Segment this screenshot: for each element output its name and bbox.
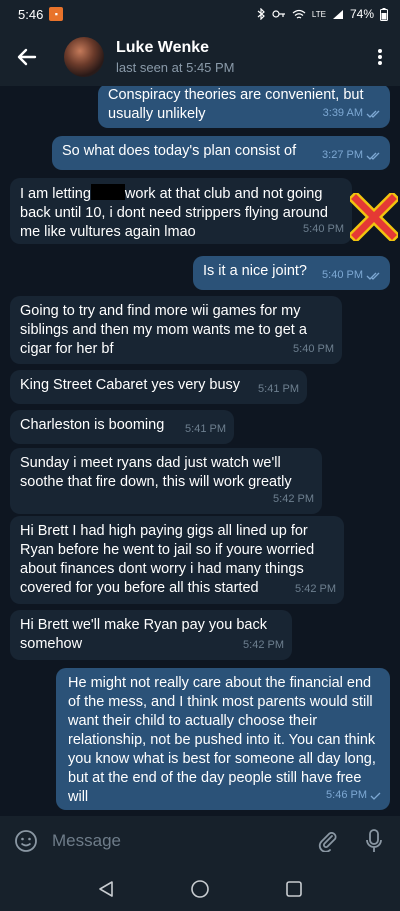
chat-header: Luke Wenke last seen at 5:45 PM [0, 28, 400, 86]
message-meta: 5:46 PM [326, 786, 382, 805]
menu-button[interactable] [360, 48, 400, 66]
message-time: 3:39 AM [322, 107, 363, 119]
message-time: 5:42 PM [243, 639, 284, 651]
message-meta: 5:41 PM [258, 380, 299, 399]
single-check-icon [370, 792, 381, 800]
status-time: 5:46 [18, 6, 44, 22]
paperclip-icon [318, 832, 337, 852]
message-incoming[interactable]: Sunday i meet ryans dad just watch we'll… [10, 448, 322, 514]
message-text: Going to try and find more wii games for… [20, 303, 307, 357]
redaction-box [90, 184, 125, 200]
status-icons: LTE 74% [256, 7, 388, 21]
nav-recents-icon[interactable] [285, 880, 303, 898]
last-seen: last seen at 5:45 PM [116, 60, 235, 75]
message-time: 5:40 PM [303, 223, 344, 235]
message-time: 5:40 PM [293, 343, 334, 355]
contact-avatar[interactable] [64, 37, 104, 77]
emoji-button[interactable] [0, 829, 52, 853]
contact-name: Luke Wenke [116, 39, 210, 56]
message-meta: 5:42 PM [295, 580, 336, 599]
message-composer: Message [0, 816, 400, 866]
message-meta: 5:42 PM [243, 636, 284, 655]
message-meta: 3:39 AM [323, 104, 382, 123]
message-outgoing[interactable]: Is it a nice joint? 5:40 PM [193, 256, 390, 290]
message-outgoing[interactable]: He might not really care about the finan… [56, 668, 390, 810]
message-outgoing[interactable]: Conspiracy theories are convenient, but … [98, 86, 390, 128]
key-icon [272, 10, 285, 18]
notification-icon: ▪ [49, 7, 64, 21]
message-time: 5:41 PM [258, 383, 299, 395]
message-incoming[interactable]: Hi Brett we'll make Ryan pay you back so… [10, 610, 292, 660]
message-time: 5:41 PM [185, 423, 226, 435]
message-time: 5:46 PM [326, 789, 367, 801]
message-meta: 5:40 PM [322, 266, 382, 285]
battery-percent: 74% [349, 7, 374, 21]
contact-info[interactable]: Luke Wenke last seen at 5:45 PM [116, 39, 235, 75]
double-check-icon [366, 152, 380, 160]
message-meta: 5:40 PM [293, 340, 334, 359]
double-check-icon [366, 272, 380, 280]
wifi-icon [292, 9, 306, 18]
message-time: 5:42 PM [295, 583, 336, 595]
message-meta: 5:41 PM [185, 420, 226, 439]
message-list[interactable]: Conspiracy theories are convenient, but … [0, 86, 400, 816]
message-text-before: I am letting [20, 186, 91, 202]
message-outgoing[interactable]: So what does today's plan consist of 3:2… [52, 136, 390, 170]
nav-back-icon[interactable] [97, 880, 115, 898]
message-incoming[interactable]: Hi Brett I had high paying gigs all line… [10, 516, 344, 604]
double-check-icon [366, 110, 380, 118]
battery-icon [380, 7, 388, 21]
message-incoming[interactable]: King Street Cabaret yes very busy 5:41 P… [10, 370, 307, 404]
smiley-icon [15, 830, 37, 852]
message-incoming[interactable]: Charleston is booming 5:41 PM [10, 410, 234, 444]
message-text: Sunday i meet ryans dad just watch we'll… [20, 455, 292, 490]
message-time: 3:27 PM [322, 149, 363, 161]
message-text: King Street Cabaret yes very busy [20, 377, 241, 393]
message-meta: 5:40 PM [303, 220, 344, 239]
message-text: Hi Brett I had high paying gigs all line… [20, 523, 315, 596]
bluetooth-icon [257, 8, 265, 20]
message-time: 5:42 PM [273, 493, 314, 505]
microphone-icon [366, 829, 382, 852]
message-incoming[interactable]: I am letting work at that club and not go… [10, 178, 352, 244]
system-nav-bar [0, 866, 400, 911]
back-button[interactable] [0, 48, 54, 66]
message-meta: 3:27 PM [322, 146, 382, 165]
attach-button[interactable] [308, 830, 348, 852]
nav-home-icon[interactable] [190, 879, 210, 899]
red-x-icon [350, 193, 398, 241]
signal-icon [332, 9, 343, 19]
message-meta: 5:42 PM [273, 490, 314, 509]
network-label: LTE [311, 9, 326, 19]
status-bar: 5:46 ▪ LTE 74% [0, 0, 400, 28]
message-time: 5:40 PM [322, 269, 363, 281]
message-text: I am letting work at that club and not go… [20, 184, 342, 242]
message-incoming[interactable]: Going to try and find more wii games for… [10, 296, 342, 364]
more-vertical-icon [378, 49, 382, 65]
message-input[interactable]: Message [52, 831, 308, 851]
arrow-left-icon [17, 48, 37, 66]
voice-button[interactable] [348, 829, 400, 853]
